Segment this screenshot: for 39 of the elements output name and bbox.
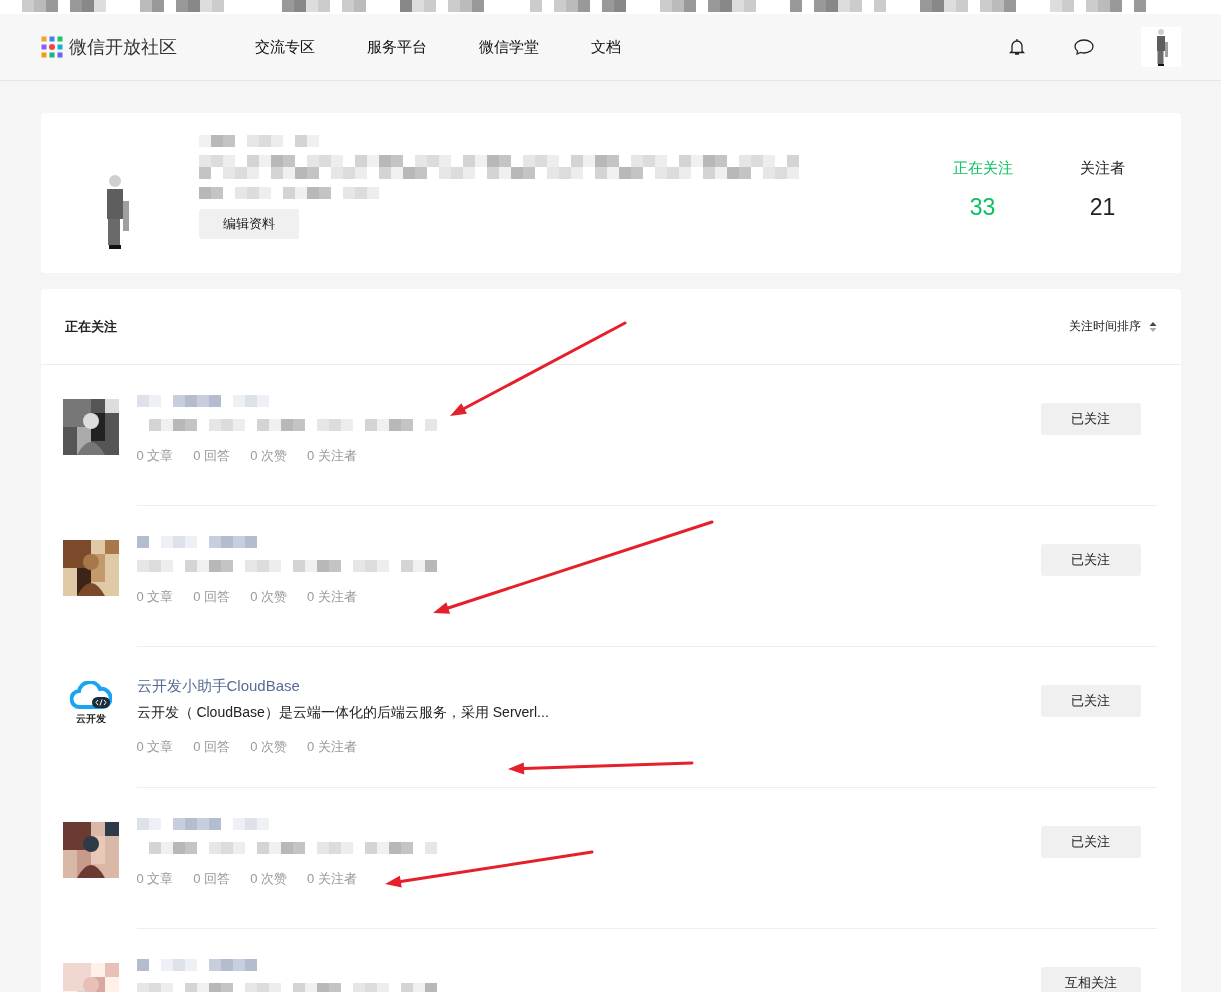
stat-text: 0 关注者: [307, 588, 357, 606]
stat-text: 0 回答: [193, 447, 231, 465]
site-logo-text[interactable]: 微信开放社区: [68, 35, 177, 59]
stat-count: 21: [1088, 194, 1117, 221]
follow-button[interactable]: 互相关注: [1040, 967, 1141, 992]
nav-link[interactable]: 交流专区: [254, 37, 315, 57]
nav-link[interactable]: 微信学堂: [478, 37, 539, 57]
logo-caption: 云开发: [75, 712, 106, 726]
section-title: 正在关注: [64, 317, 117, 336]
stat-tab[interactable]: 关注者: [1070, 159, 1135, 178]
stat-text: 0 回答: [193, 588, 231, 606]
logo-icon: [40, 36, 63, 58]
stat-text: 0 次赞: [250, 588, 288, 606]
sort-dropdown[interactable]: 关注时间排序: [1068, 318, 1157, 335]
stat-text: 0 次赞: [250, 447, 288, 465]
user-description: 云开发（ CloudBase）是云端一体化的后端云服务，采用 Serverl...: [136, 704, 549, 722]
stat-text: 0 关注者: [307, 447, 357, 465]
nav-link[interactable]: 服务平台: [366, 37, 427, 57]
stat-text: 0 回答: [193, 870, 231, 888]
follow-button[interactable]: 已关注: [1040, 826, 1141, 858]
nav-link[interactable]: 文档: [590, 37, 621, 57]
stat-text: 0 文章: [136, 870, 174, 888]
edit-profile-button[interactable]: 编辑资料: [198, 209, 299, 239]
stat-text: 0 次赞: [250, 738, 288, 756]
stat-text: 0 回答: [193, 738, 231, 756]
stat-count: 33: [968, 194, 997, 221]
follow-button[interactable]: 已关注: [1040, 685, 1141, 717]
cloud-logo-icon: [69, 681, 112, 711]
follow-button[interactable]: 已关注: [1040, 544, 1141, 576]
stat-text: 0 次赞: [250, 870, 288, 888]
stat-text: 0 文章: [136, 447, 174, 465]
user-name-link[interactable]: 云开发小助手CloudBase: [136, 677, 300, 696]
stat-text: 0 文章: [136, 738, 174, 756]
follow-button[interactable]: 已关注: [1040, 403, 1141, 435]
stat-text: 0 文章: [136, 588, 174, 606]
stat-text: 0 关注者: [307, 870, 357, 888]
chat-icon[interactable]: [1072, 37, 1095, 57]
sort-icon: [1148, 320, 1157, 333]
stat-text: 0 关注者: [307, 738, 357, 756]
